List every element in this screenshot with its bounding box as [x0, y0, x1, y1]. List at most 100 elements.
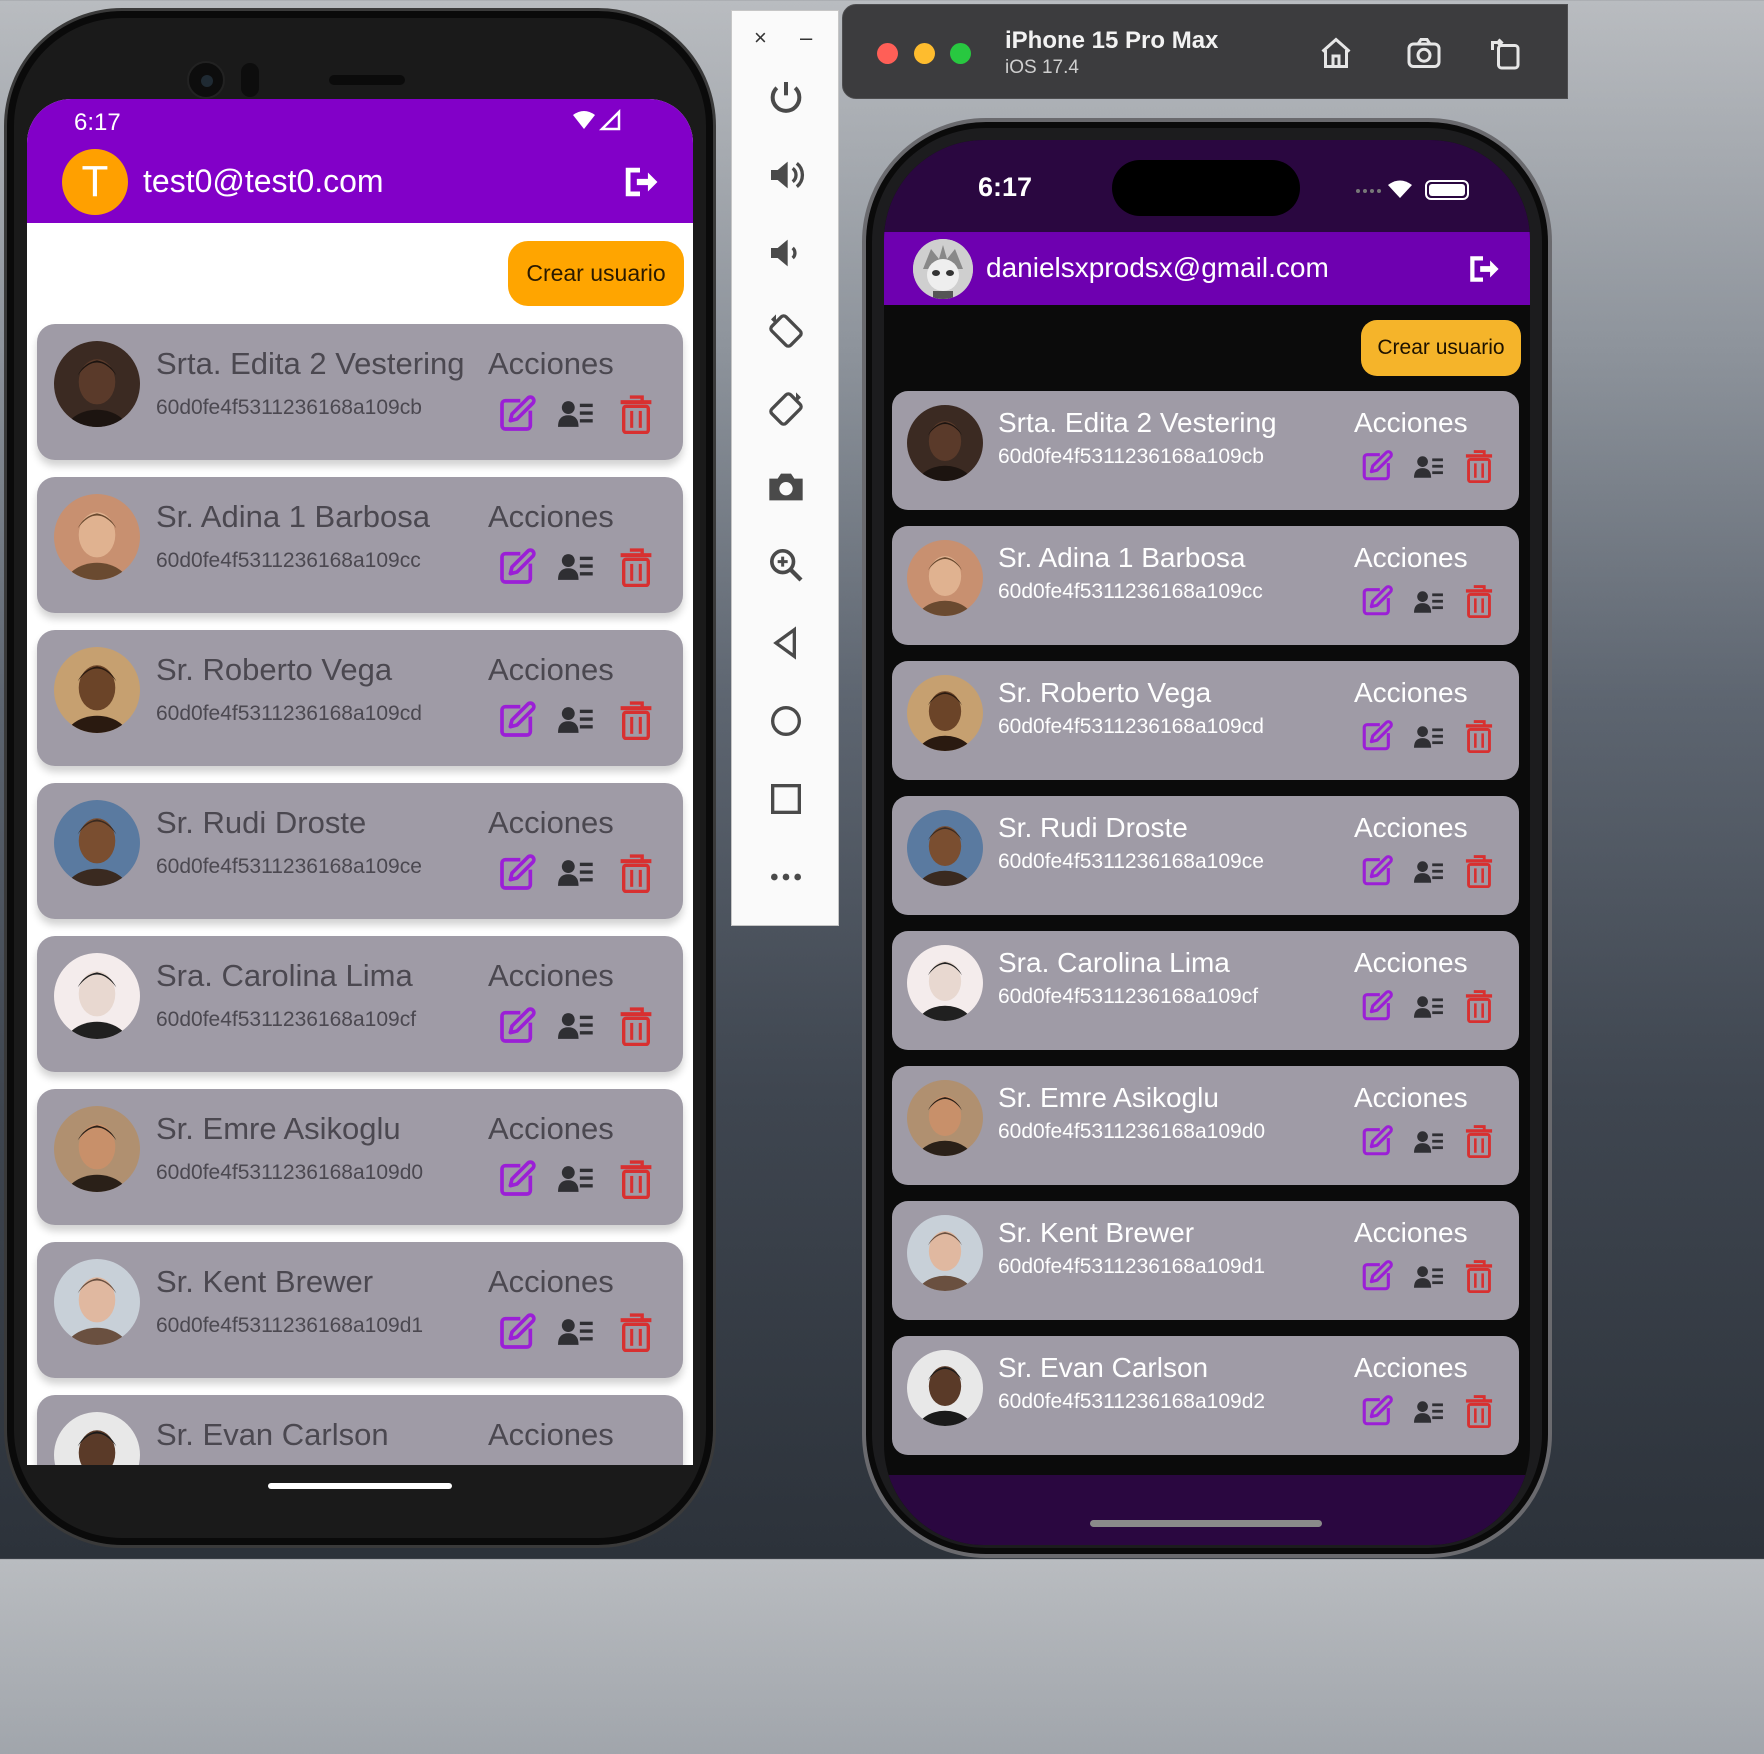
user-id: 60d0fe4f5311236168a109cd — [998, 715, 1264, 738]
edit-icon[interactable] — [1360, 449, 1394, 483]
user-details-icon[interactable] — [558, 551, 594, 583]
user-card[interactable]: Srta. Edita 2 Vestering 60d0fe4f531123616… — [892, 391, 1519, 510]
user-details-icon[interactable] — [1414, 858, 1444, 886]
user-card[interactable]: Sr. Roberto Vega 60d0fe4f5311236168a109cd… — [37, 630, 683, 766]
delete-icon[interactable] — [1464, 1124, 1494, 1159]
user-avatar[interactable]: T — [62, 149, 128, 215]
user-card[interactable]: Sr. Kent Brewer 60d0fe4f5311236168a109d1 A… — [892, 1201, 1519, 1320]
user-card[interactable]: Sr. Adina 1 Barbosa 60d0fe4f5311236168a10… — [892, 526, 1519, 645]
window-close-button[interactable] — [877, 43, 898, 64]
user-card[interactable]: Sra. Carolina Lima 60d0fe4f5311236168a109… — [37, 936, 683, 1072]
edit-icon[interactable] — [1360, 1394, 1394, 1428]
create-user-button[interactable]: Crear usuario — [508, 241, 684, 306]
delete-icon[interactable] — [619, 394, 653, 435]
user-card[interactable]: Srta. Edita 2 Vestering 60d0fe4f531123616… — [37, 324, 683, 460]
camera-icon[interactable] — [766, 467, 806, 507]
volume-up-icon[interactable] — [766, 155, 806, 195]
user-details-icon[interactable] — [1414, 993, 1444, 1021]
delete-icon[interactable] — [1464, 1259, 1494, 1294]
user-card[interactable]: Sr. Roberto Vega 60d0fe4f5311236168a109cd… — [892, 661, 1519, 780]
user-card[interactable]: Sr. Evan Carlson Acciones — [37, 1395, 683, 1465]
ios-status-time: 6:17 — [978, 172, 1033, 202]
user-details-icon[interactable] — [558, 1163, 594, 1195]
overview-icon[interactable] — [766, 779, 806, 819]
user-id: 60d0fe4f5311236168a109d1 — [156, 1314, 424, 1337]
delete-icon[interactable] — [619, 1312, 653, 1353]
delete-icon[interactable] — [619, 700, 653, 741]
user-details-icon[interactable] — [1414, 1398, 1444, 1426]
user-details-icon[interactable] — [1414, 453, 1444, 481]
window-zoom-button[interactable] — [950, 43, 971, 64]
edit-icon[interactable] — [1360, 584, 1394, 618]
edit-icon[interactable] — [497, 700, 537, 740]
edit-icon[interactable] — [1360, 719, 1394, 753]
edit-icon[interactable] — [497, 1159, 537, 1199]
power-icon[interactable] — [766, 77, 806, 117]
delete-icon[interactable] — [1464, 719, 1494, 754]
user-card[interactable]: Sr. Rudi Droste 60d0fe4f5311236168a109ce A… — [892, 796, 1519, 915]
user-card[interactable]: Sr. Adina 1 Barbosa 60d0fe4f5311236168a10… — [37, 477, 683, 613]
volume-down-icon[interactable] — [766, 233, 806, 273]
user-name: Srta. Edita 2 Vestering — [156, 346, 465, 381]
edit-icon[interactable] — [1360, 1259, 1394, 1293]
delete-icon[interactable] — [619, 1159, 653, 1200]
user-details-icon[interactable] — [558, 1316, 594, 1348]
user-details-icon[interactable] — [1414, 723, 1444, 751]
edit-icon[interactable] — [497, 547, 537, 587]
create-user-button[interactable]: Crear usuario — [1361, 320, 1521, 376]
user-details-icon[interactable] — [558, 398, 594, 430]
rotate-right-icon[interactable] — [766, 389, 806, 429]
delete-icon[interactable] — [1464, 1394, 1494, 1429]
user-avatar-photo — [54, 647, 140, 733]
user-details-icon[interactable] — [1414, 1263, 1444, 1291]
delete-icon[interactable] — [619, 853, 653, 894]
rotate-icon[interactable] — [1487, 35, 1525, 71]
edit-icon[interactable] — [1360, 989, 1394, 1023]
user-card[interactable]: Sr. Emre Asikoglu 60d0fe4f5311236168a109d… — [37, 1089, 683, 1225]
home-icon[interactable] — [766, 701, 806, 741]
user-avatar[interactable] — [913, 239, 973, 299]
actions-label: Acciones — [488, 1417, 614, 1452]
ios-home-indicator[interactable] — [1090, 1520, 1322, 1527]
more-icon[interactable] — [766, 857, 806, 897]
delete-icon[interactable] — [1464, 449, 1494, 484]
delete-icon[interactable] — [1464, 989, 1494, 1024]
android-screen: 6:17 T test0@test0.com Crear usuario Srt… — [27, 99, 693, 1465]
delete-icon[interactable] — [619, 1006, 653, 1047]
user-card[interactable]: Sr. Emre Asikoglu 60d0fe4f5311236168a109d… — [892, 1066, 1519, 1185]
edit-icon[interactable] — [497, 1006, 537, 1046]
user-name: Sr. Roberto Vega — [156, 652, 393, 687]
home-icon[interactable] — [1317, 35, 1355, 71]
window-minimize-button[interactable] — [914, 43, 935, 64]
user-card[interactable]: Sr. Evan Carlson 60d0fe4f5311236168a109d2… — [892, 1336, 1519, 1455]
user-details-icon[interactable] — [1414, 588, 1444, 616]
zoom-icon[interactable] — [766, 545, 806, 585]
user-card[interactable]: Sr. Rudi Droste 60d0fe4f5311236168a109ce A… — [37, 783, 683, 919]
actions-label: Acciones — [1354, 677, 1468, 708]
user-card[interactable]: Sr. Kent Brewer 60d0fe4f5311236168a109d1 A… — [37, 1242, 683, 1378]
edit-icon[interactable] — [497, 394, 537, 434]
delete-icon[interactable] — [1464, 854, 1494, 889]
user-details-icon[interactable] — [558, 704, 594, 736]
delete-icon[interactable] — [1464, 584, 1494, 619]
android-gesture-bar[interactable] — [268, 1483, 452, 1489]
user-details-icon[interactable] — [558, 1010, 594, 1042]
front-camera — [187, 61, 225, 99]
edit-icon[interactable] — [497, 853, 537, 893]
user-details-icon[interactable] — [1414, 1128, 1444, 1156]
edit-icon[interactable] — [497, 1312, 537, 1352]
user-avatar-photo — [907, 540, 983, 616]
back-icon[interactable] — [766, 623, 806, 663]
edit-icon[interactable] — [1360, 854, 1394, 888]
logout-icon[interactable] — [1466, 252, 1500, 286]
emulator-close-button[interactable]: × — [754, 25, 767, 51]
user-details-icon[interactable] — [558, 857, 594, 889]
rotate-left-icon[interactable] — [766, 311, 806, 351]
user-name: Sr. Emre Asikoglu — [156, 1111, 401, 1146]
edit-icon[interactable] — [1360, 1124, 1394, 1158]
screenshot-icon[interactable] — [1405, 35, 1443, 71]
user-card[interactable]: Sra. Carolina Lima 60d0fe4f5311236168a109… — [892, 931, 1519, 1050]
emulator-minimize-button[interactable]: – — [800, 25, 812, 51]
delete-icon[interactable] — [619, 547, 653, 588]
logout-icon[interactable] — [621, 163, 659, 201]
